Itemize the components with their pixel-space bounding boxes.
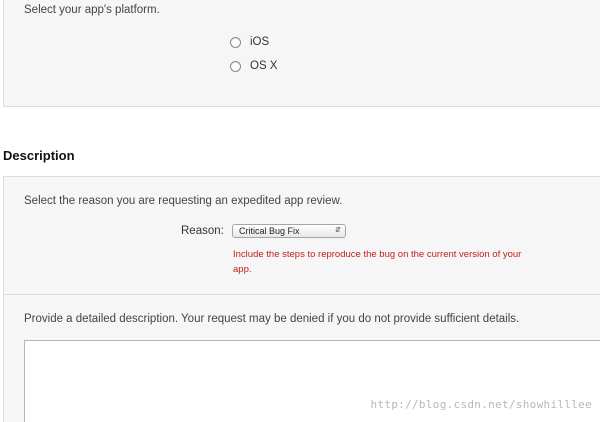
reason-instruction: Select the reason you are requesting an … (24, 195, 343, 207)
reason-select-value: Critical Bug Fix (239, 226, 300, 236)
reason-panel: Select the reason you are requesting an … (3, 176, 600, 295)
details-instruction: Provide a detailed description. Your req… (24, 313, 520, 325)
updown-chevron-icon: ⇵ (335, 227, 341, 234)
radio-ios[interactable]: iOS (230, 36, 269, 48)
radio-circle-icon[interactable] (230, 60, 241, 72)
description-heading: Description (3, 148, 75, 163)
expedite-review-form: Select your app's platform. iOS OS X Des… (0, 0, 600, 422)
platform-instruction: Select your app's platform. (24, 4, 160, 16)
radio-osx[interactable]: OS X (230, 60, 277, 72)
radio-osx-label: OS X (250, 60, 278, 72)
radio-circle-icon[interactable] (230, 36, 241, 48)
reason-warning: Include the steps to reproduce the bug o… (233, 249, 522, 275)
reason-select[interactable]: Critical Bug Fix ⇵ (232, 224, 346, 238)
reason-label: Reason: (181, 225, 224, 237)
watermark: http://blog.csdn.net/showhilllee (370, 398, 592, 411)
radio-ios-label: iOS (250, 36, 270, 48)
platform-panel: Select your app's platform. iOS OS X (3, 0, 600, 107)
